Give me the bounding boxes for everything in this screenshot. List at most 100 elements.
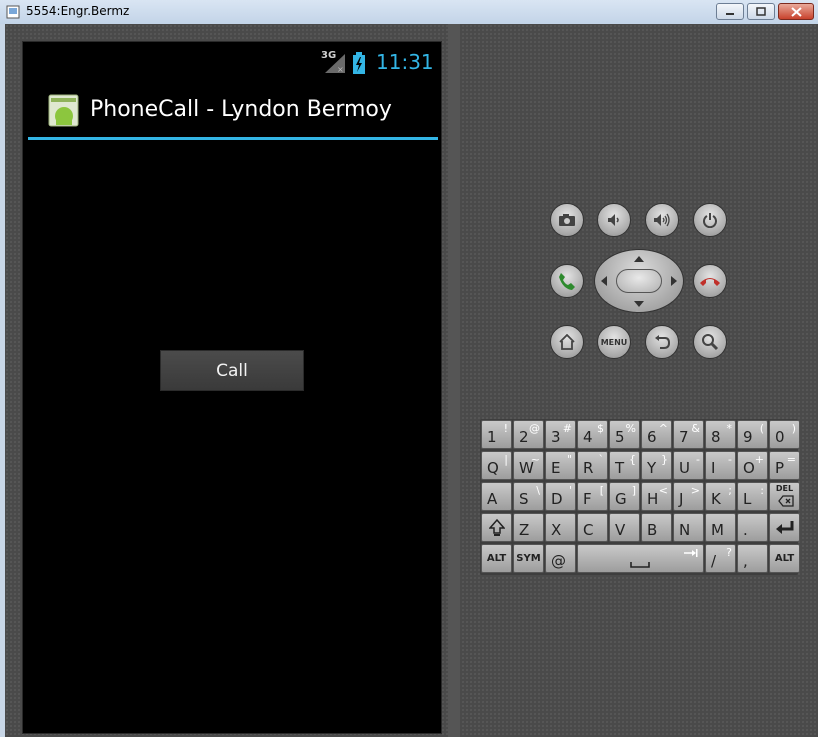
key-v[interactable]: V: [609, 513, 640, 542]
shift-key[interactable]: [481, 513, 512, 542]
back-button[interactable]: [645, 325, 679, 359]
maximize-button[interactable]: [747, 3, 775, 20]
key-n[interactable]: N: [673, 513, 704, 542]
key-i[interactable]: I-: [705, 451, 736, 480]
key-5[interactable]: 5%: [609, 420, 640, 449]
sym-key[interactable]: SYM: [513, 544, 544, 573]
dpad-right-arrow-icon[interactable]: [671, 276, 677, 286]
key-0-alt-label: ): [791, 422, 796, 435]
space-key[interactable]: [577, 544, 704, 573]
search-button[interactable]: [693, 325, 727, 359]
key-x[interactable]: X: [545, 513, 576, 542]
slash-key-label: /: [711, 552, 717, 570]
phone-screen[interactable]: × 3G 11:31 PhoneCall - Lyndon Bermoy Cal…: [22, 41, 442, 734]
key-e[interactable]: E ": [545, 451, 576, 480]
key-o[interactable]: O +: [737, 451, 768, 480]
key-j[interactable]: J >: [673, 482, 704, 511]
skin-divider: [448, 24, 460, 737]
key-u-alt-label: -: [696, 453, 700, 466]
call-hardware-button[interactable]: [550, 264, 584, 298]
at-key[interactable]: @: [545, 544, 576, 573]
camera-icon: [559, 214, 575, 226]
comma-key[interactable]: ,: [737, 544, 768, 573]
key-t-label: T: [615, 459, 625, 477]
call-button[interactable]: Call: [160, 350, 304, 391]
dpad-down-arrow-icon[interactable]: [634, 301, 644, 307]
key-s-label: S: [519, 490, 529, 508]
key-0[interactable]: 0): [769, 420, 800, 449]
dpad-left-arrow-icon[interactable]: [601, 276, 607, 286]
key-h-alt-label: <: [658, 484, 668, 497]
alt-key-left[interactable]: ALT: [481, 544, 512, 573]
key-c[interactable]: C: [577, 513, 608, 542]
key-o-alt-label: +: [754, 453, 764, 466]
enter-key[interactable]: [769, 513, 800, 542]
key-q[interactable]: Q |: [481, 451, 512, 480]
key-m[interactable]: M: [705, 513, 736, 542]
volume-up-icon: [654, 213, 670, 227]
key-l[interactable]: L:: [737, 482, 768, 511]
slash-key[interactable]: /?: [705, 544, 736, 573]
key-o-label: O: [743, 459, 755, 477]
sym-key-label: SYM: [516, 553, 541, 564]
camera-button[interactable]: [550, 203, 584, 237]
key-0-label: 0: [775, 428, 785, 446]
key-1-label: 1: [487, 428, 497, 446]
key-r[interactable]: R `: [577, 451, 608, 480]
key-8-alt-label: *: [726, 422, 733, 435]
menu-button[interactable]: MENU: [597, 325, 631, 359]
volume-down-button[interactable]: [597, 203, 631, 237]
alt-key-right[interactable]: ALT: [769, 544, 800, 573]
key-a-label: A: [487, 490, 498, 508]
shift-icon: [489, 519, 505, 536]
volume-up-button[interactable]: [645, 203, 679, 237]
status-clock: 11:31: [376, 50, 434, 74]
key-f-label: F: [583, 490, 592, 508]
key-p[interactable]: P =: [769, 451, 800, 480]
key-3[interactable]: 3 #: [545, 420, 576, 449]
key-r-label: R: [583, 459, 594, 477]
key-2[interactable]: 2 @: [513, 420, 544, 449]
key-1[interactable]: 1!: [481, 420, 512, 449]
power-button[interactable]: [693, 203, 727, 237]
key-9[interactable]: 9(: [737, 420, 768, 449]
home-button[interactable]: [550, 325, 584, 359]
backspace-icon: [778, 495, 794, 507]
key-8[interactable]: 8 *: [705, 420, 736, 449]
key-period[interactable]: .: [737, 513, 768, 542]
key-k[interactable]: K;: [705, 482, 736, 511]
status-bar: × 3G 11:31: [23, 42, 441, 82]
key-b[interactable]: B: [641, 513, 672, 542]
key-5-alt-label: %: [625, 422, 636, 435]
key-s[interactable]: S \: [513, 482, 544, 511]
enter-icon: [776, 521, 794, 534]
key-9-alt-label: (: [759, 422, 764, 435]
key-6[interactable]: 6 ^: [641, 420, 672, 449]
action-bar-divider: [28, 137, 438, 140]
key-u[interactable]: U-: [673, 451, 704, 480]
key-a[interactable]: A: [481, 482, 512, 511]
menu-button-label: MENU: [600, 337, 628, 347]
key-f[interactable]: F[: [577, 482, 608, 511]
close-button[interactable]: [778, 3, 814, 20]
key-t[interactable]: T{: [609, 451, 640, 480]
key-b-label: B: [647, 521, 658, 539]
dpad-up-arrow-icon[interactable]: [634, 256, 644, 262]
dpad[interactable]: [594, 249, 684, 313]
key-z[interactable]: Z: [513, 513, 544, 542]
key-h[interactable]: H <: [641, 482, 672, 511]
key-3-label: 3: [551, 428, 561, 446]
key-g[interactable]: G]: [609, 482, 640, 511]
key-w[interactable]: W ~: [513, 451, 544, 480]
dpad-center-button[interactable]: [616, 269, 662, 293]
window-app-icon: [6, 5, 20, 19]
minimize-button[interactable]: [716, 3, 744, 20]
app-title: PhoneCall - Lyndon Bermoy: [90, 97, 392, 122]
key-4[interactable]: 4 $: [577, 420, 608, 449]
key-y[interactable]: Y}: [641, 451, 672, 480]
key-7[interactable]: 7 &: [673, 420, 704, 449]
key-f-alt-label: [: [599, 484, 604, 497]
delete-key[interactable]: DEL: [769, 482, 800, 511]
end-call-button[interactable]: [693, 264, 727, 298]
key-d[interactable]: D ': [545, 482, 576, 511]
